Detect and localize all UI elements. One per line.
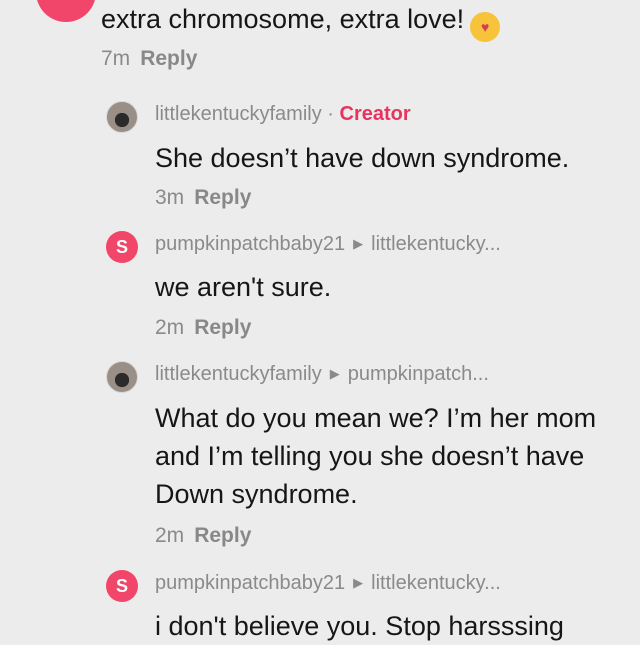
reply-time: 3m [155,186,185,209]
reply-header: littlekentuckyfamily ▶ pumpkinpatch... [155,363,489,386]
reply-button[interactable]: Reply [194,316,251,339]
reply-header: pumpkinpatchbaby21 ▶ littlekentucky... [155,572,501,595]
avatar[interactable]: S [106,231,138,263]
comment-text: extra chromosome, extra love! ♥ [101,0,501,42]
reply-arrow-icon: ▶ [329,366,340,381]
reply-header: littlekentuckyfamily · Creator [155,103,411,126]
separator: · [327,103,334,125]
reply-meta: 2m Reply [155,524,251,548]
reply-text-line: Down syndrome. [155,479,358,509]
reply-meta: 3m Reply [155,186,251,210]
reply-text: What do you mean we? I’m her mom and I’m… [155,399,596,513]
reply-arrow-icon: ▶ [353,236,364,251]
avatar[interactable] [106,101,138,133]
username[interactable]: littlekentuckyfamily [155,103,322,125]
creator-badge: Creator [339,103,411,125]
reply-button[interactable]: Reply [140,47,197,70]
username[interactable]: pumpkinpatchbaby21 [155,572,345,594]
reply-text: She doesn’t have down syndrome. [155,143,570,173]
comment-meta: 7m Reply [101,47,197,71]
reply-time: 2m [155,524,185,547]
avatar[interactable] [106,361,138,393]
username[interactable]: littlekentuckyfamily [155,363,322,385]
comment-time: 7m [101,47,131,70]
reply-text: we aren't sure. [155,272,332,302]
reply-text-line: and I’m telling you she doesn’t have [155,441,585,471]
reply-to-user[interactable]: pumpkinpatch... [348,363,489,385]
reply-text-line: What do you mean we? I’m her mom [155,403,597,433]
reply-header: pumpkinpatchbaby21 ▶ littlekentucky... [155,233,501,256]
reply-time: 2m [155,316,185,339]
avatar[interactable]: S [106,570,138,602]
reply-arrow-icon: ▶ [353,575,364,590]
reply-meta: 2m Reply [155,316,251,340]
avatar[interactable] [36,0,96,22]
smiling-face-with-hearts-icon: ♥ [470,12,501,42]
reply-to-user[interactable]: littlekentucky... [371,233,501,255]
username[interactable]: pumpkinpatchbaby21 [155,233,345,255]
reply-button[interactable]: Reply [194,524,251,547]
reply-text: i don't believe you. Stop harsssing [155,611,564,641]
reply-to-user[interactable]: littlekentucky... [371,572,501,594]
reply-button[interactable]: Reply [194,186,251,209]
